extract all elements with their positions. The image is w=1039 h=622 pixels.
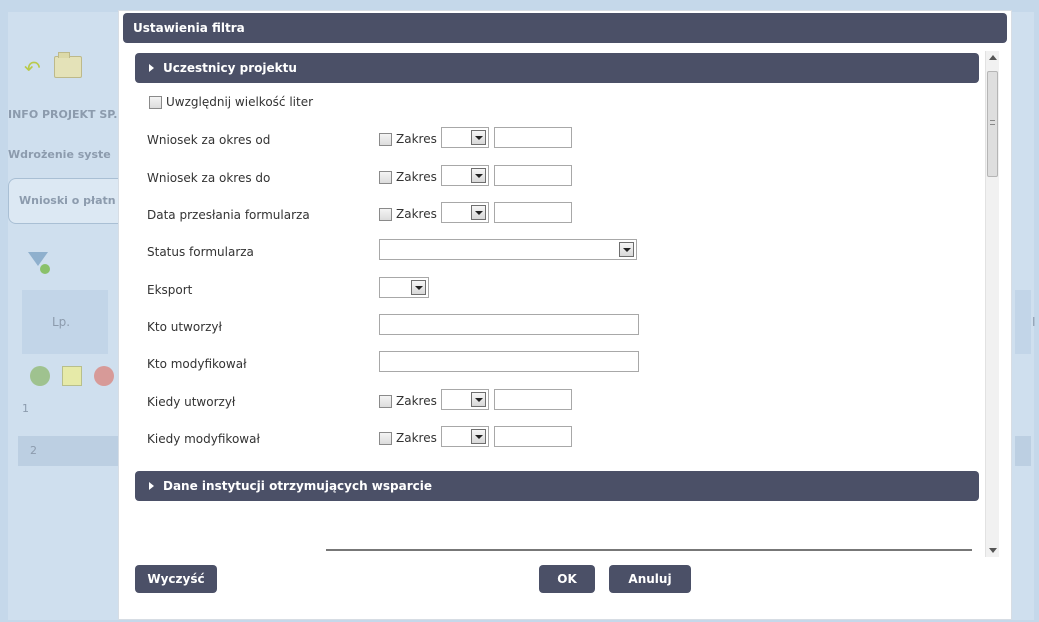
background-column-lp: Lp. bbox=[52, 315, 71, 329]
dialog-content: Uczestnicy projektu Uwzględnij wielkość … bbox=[131, 51, 981, 557]
background-tab-wnioski: Wnioski o płatn bbox=[8, 178, 126, 224]
edit-icon bbox=[62, 366, 82, 386]
cancel-button[interactable]: Anuluj bbox=[609, 565, 691, 593]
background-row-1: 1 bbox=[22, 402, 29, 415]
chevron-down-icon[interactable] bbox=[619, 242, 634, 257]
row-wniosek-od: Wniosek za okres od Zakres bbox=[131, 127, 971, 153]
back-arrow-icon: ↶ bbox=[24, 56, 41, 80]
dialog-scrollbar[interactable] bbox=[985, 51, 999, 557]
wniosek-od-label: Wniosek za okres od bbox=[147, 133, 271, 147]
data-przeslania-input[interactable] bbox=[494, 202, 572, 223]
wniosek-do-label: Wniosek za okres do bbox=[147, 171, 271, 185]
expand-triangle-icon bbox=[149, 482, 154, 490]
case-sensitive-label: Uwzględnij wielkość liter bbox=[166, 95, 314, 109]
kto-utworzyl-input[interactable] bbox=[379, 314, 639, 335]
add-icon bbox=[30, 366, 50, 386]
background-project-name: INFO PROJEKT SP. bbox=[8, 108, 118, 121]
kiedy-utworzyl-range-checkbox[interactable] bbox=[379, 395, 392, 408]
chevron-down-icon[interactable] bbox=[411, 280, 426, 295]
chevron-down-icon[interactable] bbox=[471, 429, 486, 444]
row-status: Status formularza bbox=[131, 239, 971, 265]
kiedy-utworzyl-operator-select[interactable] bbox=[441, 389, 489, 410]
ok-button[interactable]: OK bbox=[539, 565, 595, 593]
scroll-thumb[interactable] bbox=[987, 71, 998, 177]
kto-utworzyl-label: Kto utworzył bbox=[147, 320, 222, 334]
kiedy-modyfikowal-operator-select[interactable] bbox=[441, 426, 489, 447]
section-uczestnicy-label: Uczestnicy projektu bbox=[163, 61, 297, 75]
row-eksport: Eksport bbox=[131, 277, 971, 303]
data-przeslania-range-checkbox[interactable] bbox=[379, 208, 392, 221]
row-data-przeslania: Data przesłania formularza Zakres bbox=[131, 202, 971, 228]
section-uczestnicy-projektu[interactable]: Uczestnicy projektu bbox=[135, 53, 979, 83]
row-kto-modyfikowal: Kto modyfikował bbox=[131, 351, 971, 377]
kiedy-modyfikowal-range-label: Zakres bbox=[396, 431, 437, 445]
background-row-2: 2 bbox=[30, 444, 37, 457]
kiedy-utworzyl-input[interactable] bbox=[494, 389, 572, 410]
filter-settings-dialog: Ustawienia filtra Uczestnicy projektu Uw… bbox=[118, 10, 1012, 620]
folder-icon bbox=[54, 52, 82, 78]
kiedy-utworzyl-range-label: Zakres bbox=[396, 394, 437, 408]
chevron-down-icon[interactable] bbox=[471, 205, 486, 220]
background-table-header-right bbox=[1015, 290, 1031, 354]
section-dane-instytucji-label: Dane instytucji otrzymujących wsparcie bbox=[163, 479, 433, 493]
divider bbox=[326, 549, 972, 551]
wniosek-do-range-checkbox[interactable] bbox=[379, 171, 392, 184]
section-dane-instytucji[interactable]: Dane instytucji otrzymujących wsparcie bbox=[135, 471, 979, 501]
wniosek-od-operator-select[interactable] bbox=[441, 127, 489, 148]
chevron-down-icon[interactable] bbox=[471, 392, 486, 407]
background-column-right: I bbox=[1032, 315, 1036, 329]
row-kiedy-modyfikowal: Kiedy modyfikował Zakres bbox=[131, 426, 971, 452]
wniosek-od-input[interactable] bbox=[494, 127, 572, 148]
wniosek-do-range-label: Zakres bbox=[396, 170, 437, 184]
background-tab-label: Wnioski o płatn bbox=[19, 194, 116, 207]
row-wniosek-do: Wniosek za okres do Zakres bbox=[131, 165, 971, 191]
status-select[interactable] bbox=[379, 239, 637, 260]
status-label: Status formularza bbox=[147, 245, 254, 259]
kiedy-modyfikowal-input[interactable] bbox=[494, 426, 572, 447]
remove-icon bbox=[94, 366, 114, 386]
kto-modyfikowal-input[interactable] bbox=[379, 351, 639, 372]
scroll-up-icon[interactable] bbox=[989, 55, 997, 60]
wniosek-do-input[interactable] bbox=[494, 165, 572, 186]
chevron-down-icon[interactable] bbox=[471, 168, 486, 183]
data-przeslania-operator-select[interactable] bbox=[441, 202, 489, 223]
expand-triangle-icon bbox=[149, 64, 154, 72]
scroll-down-icon[interactable] bbox=[989, 548, 997, 553]
case-sensitive-checkbox[interactable] bbox=[149, 96, 162, 109]
filter-icon bbox=[28, 252, 50, 274]
dialog-title: Ustawienia filtra bbox=[123, 13, 1007, 43]
data-przeslania-label: Data przesłania formularza bbox=[147, 208, 310, 222]
kiedy-modyfikowal-label: Kiedy modyfikował bbox=[147, 432, 260, 446]
scroll-grip-icon bbox=[990, 120, 995, 125]
clear-button[interactable]: Wyczyść bbox=[135, 565, 217, 593]
wniosek-do-operator-select[interactable] bbox=[441, 165, 489, 186]
kiedy-modyfikowal-range-checkbox[interactable] bbox=[379, 432, 392, 445]
row-kiedy-utworzyl: Kiedy utworzył Zakres bbox=[131, 389, 971, 415]
kto-modyfikowal-label: Kto modyfikował bbox=[147, 357, 247, 371]
row-case-sensitive: Uwzględnij wielkość liter bbox=[131, 91, 971, 117]
eksport-label: Eksport bbox=[147, 283, 193, 297]
row-kto-utworzyl: Kto utworzył bbox=[131, 314, 971, 340]
background-row-2-band-right bbox=[1015, 436, 1031, 466]
chevron-down-icon[interactable] bbox=[471, 130, 486, 145]
background-project-subtitle: Wdrożenie syste bbox=[8, 148, 111, 161]
kiedy-utworzyl-label: Kiedy utworzył bbox=[147, 395, 236, 409]
wniosek-od-range-label: Zakres bbox=[396, 132, 437, 146]
eksport-select[interactable] bbox=[379, 277, 429, 298]
wniosek-od-range-checkbox[interactable] bbox=[379, 133, 392, 146]
data-przeslania-range-label: Zakres bbox=[396, 207, 437, 221]
